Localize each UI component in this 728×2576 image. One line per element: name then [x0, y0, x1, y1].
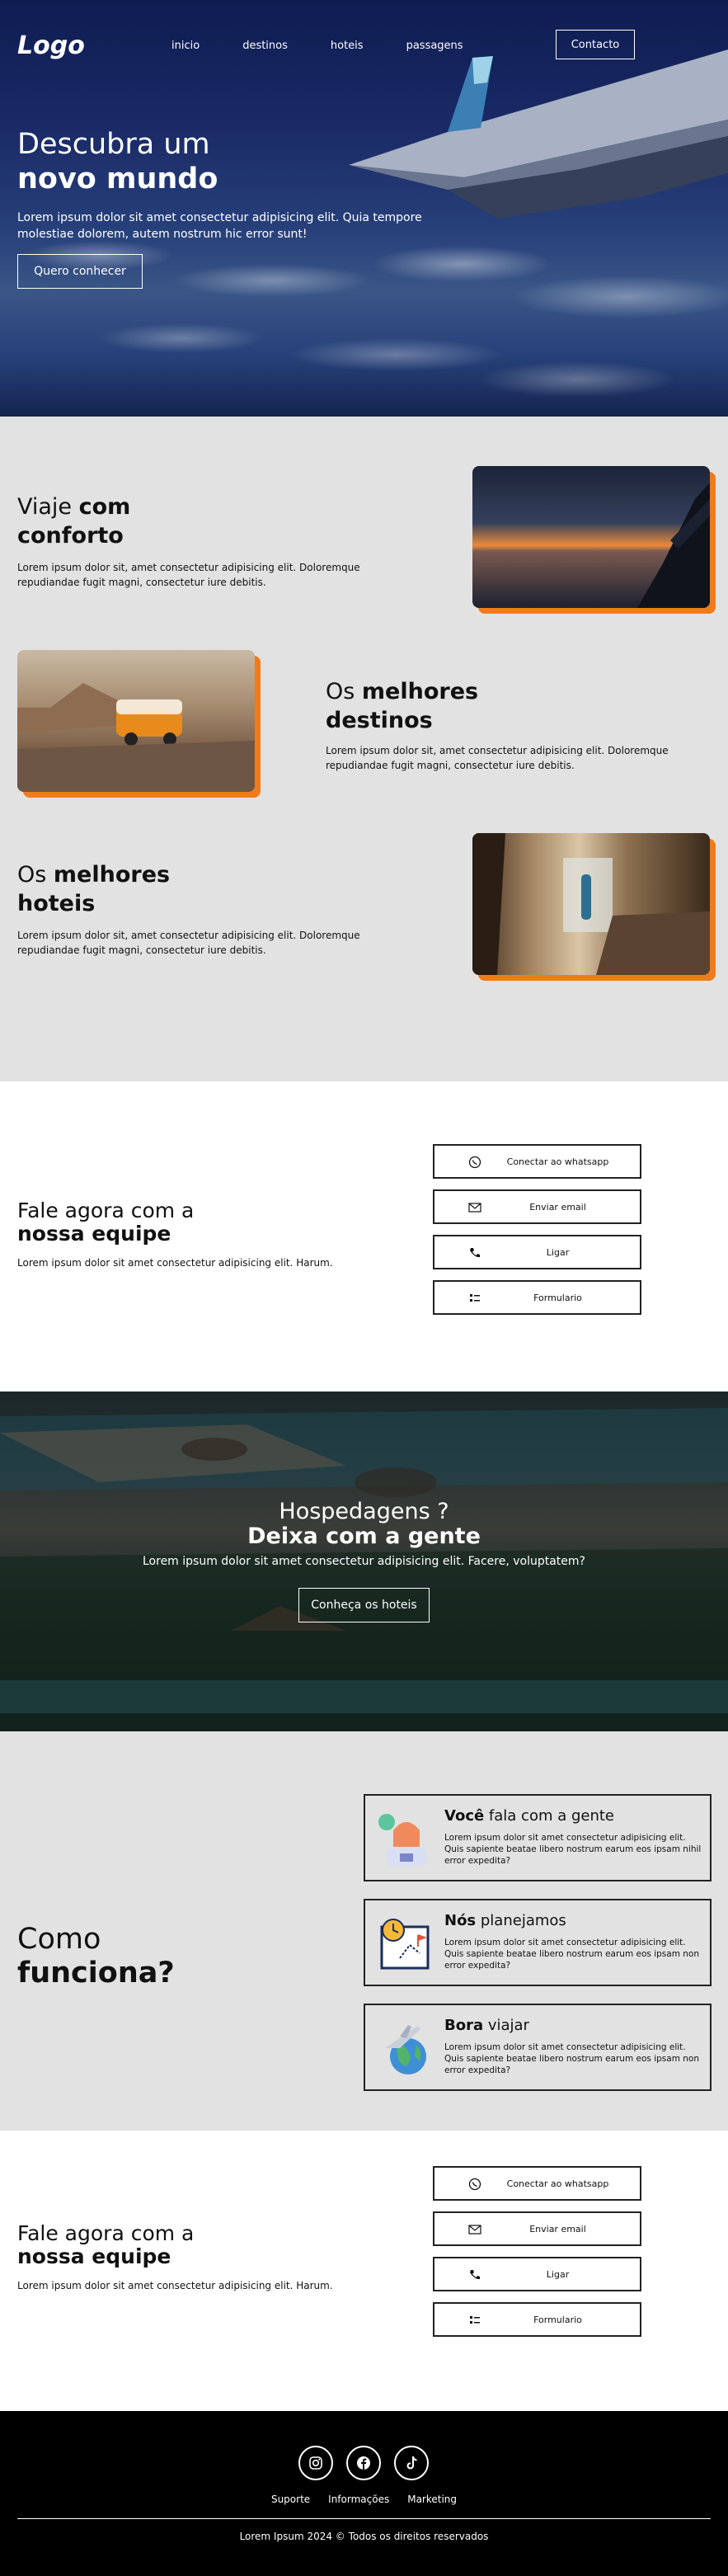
hotel-room-illustration: [472, 833, 710, 975]
facebook-icon[interactable]: [346, 2446, 381, 2480]
whatsapp-button-label: Conectar ao whatsapp: [506, 2178, 609, 2189]
footer-link-suporte[interactable]: Suporte: [271, 2494, 310, 2505]
email-button-label: Enviar email: [529, 2223, 586, 2235]
list-icon: [467, 1291, 482, 1306]
top-navigation: Logo inicio destinos hoteis passagens Co…: [0, 0, 728, 91]
features-section: Viaje com conforto Lorem ipsum dolor sit…: [0, 417, 728, 1081]
how-title-line2: funciona?: [17, 1957, 175, 1990]
nav-link-inicio[interactable]: inicio: [171, 40, 200, 52]
hero-section: Logo inicio destinos hoteis passagens Co…: [0, 0, 728, 417]
step-card-text: Lorem ipsum dolor sit amet consectetur a…: [444, 2042, 699, 2075]
step-card-title: Você fala com a gente: [444, 1807, 614, 1825]
email-button[interactable]: Enviar email: [433, 1189, 641, 1224]
form-button[interactable]: Formulario: [433, 2302, 641, 2337]
contact-section-bottom: Fale agora com a nossa equipe Lorem ipsu…: [0, 2131, 728, 2411]
hotel-room-image: [472, 833, 710, 975]
globe-airplane-illustration: [385, 2025, 426, 2074]
nav-links: inicio destinos hoteis passagens: [171, 40, 463, 52]
hotels-banner-section: Hospedagens ? Deixa com a gente Lorem ip…: [0, 1392, 728, 1731]
step-card-text: Lorem ipsum dolor sit amet consectetur a…: [444, 1938, 699, 1971]
step-title-light: fala com a gente: [484, 1807, 615, 1825]
phone-icon: [467, 1246, 482, 1260]
support-agent-illustration: [378, 1814, 426, 1867]
van-illustration: [17, 683, 255, 792]
hotels-title-line1: Hospedagens ?: [279, 1499, 449, 1524]
call-button[interactable]: Ligar: [433, 2257, 641, 2291]
contact-title-line1: Fale agora com a: [17, 1199, 195, 1222]
form-button[interactable]: Formulario: [433, 1280, 641, 1315]
contact-title-line1: Fale agora com a: [17, 2221, 195, 2245]
feature-title-light: Os: [17, 862, 54, 888]
step-card-text: Lorem ipsum dolor sit amet consectetur a…: [444, 1833, 702, 1866]
feature-title-light: Viaje: [17, 494, 79, 520]
feature-text-conforto: Lorem ipsum dolor sit, amet consectetur …: [17, 562, 360, 588]
call-button[interactable]: Ligar: [433, 1235, 641, 1269]
nav-link-passagens[interactable]: passagens: [406, 40, 463, 52]
footer-divider: [17, 2518, 711, 2519]
step-title-bold: Bora: [444, 2017, 484, 2034]
hotels-text: Lorem ipsum dolor sit amet consectetur a…: [143, 1555, 585, 1568]
contact-text: Lorem ipsum dolor sit amet consectetur a…: [17, 2280, 333, 2291]
email-button[interactable]: Enviar email: [433, 2211, 641, 2246]
hotels-cta-button[interactable]: Conheça os hoteis: [298, 1588, 430, 1622]
step-title-light: planejamos: [476, 1912, 566, 1929]
mail-icon: [467, 1200, 482, 1215]
contact-title-line2: nossa equipe: [17, 1222, 171, 1246]
feature-title-destinos: Os melhores destinos: [326, 677, 507, 735]
feature-text-hoteis: Lorem ipsum dolor sit, amet consectetur …: [17, 930, 360, 956]
footer-link-informacoes[interactable]: Informações: [328, 2494, 389, 2505]
feature-title-light: Os: [326, 679, 362, 704]
whatsapp-button[interactable]: Conectar ao whatsapp: [433, 2166, 641, 2201]
list-icon: [467, 2313, 482, 2328]
phone-icon: [467, 2268, 482, 2282]
hero-title-line2: novo mundo: [17, 162, 218, 195]
form-button-label: Formulario: [533, 2314, 582, 2325]
logo[interactable]: Logo: [17, 31, 85, 60]
footer-link-marketing[interactable]: Marketing: [407, 2494, 457, 2505]
hotels-title-line2: Deixa com a gente: [247, 1523, 481, 1549]
nav-link-hoteis[interactable]: hoteis: [331, 40, 364, 52]
feature-title-conforto: Viaje com conforto: [17, 492, 182, 550]
call-button-label: Ligar: [546, 2268, 570, 2280]
plane-wing-silhouette: [637, 483, 710, 608]
step-card-plan: Nós planejamos Lorem ipsum dolor sit ame…: [364, 1899, 712, 1986]
sunset-plane-window-image: [472, 466, 710, 608]
whatsapp-icon: [467, 1155, 482, 1170]
contact-title-line2: nossa equipe: [17, 2244, 171, 2268]
feature-title-hoteis: Os melhores hoteis: [17, 860, 182, 918]
whatsapp-button[interactable]: Conectar ao whatsapp: [433, 1144, 641, 1179]
contact-button[interactable]: Contacto: [556, 30, 635, 59]
step-title-light: viajar: [483, 2017, 529, 2034]
call-button-label: Ligar: [546, 1246, 570, 1258]
step-card-title: Bora viajar: [444, 2017, 529, 2034]
whatsapp-icon: [467, 2177, 482, 2192]
mail-icon: [467, 2222, 482, 2237]
feature-text-destinos: Lorem ipsum dolor sit, amet consectetur …: [326, 745, 669, 771]
whatsapp-button-label: Conectar ao whatsapp: [506, 1156, 609, 1167]
contact-text: Lorem ipsum dolor sit amet consectetur a…: [17, 1257, 333, 1269]
orange-van-image: [17, 650, 255, 792]
step-title-bold: Nós: [444, 1912, 477, 1929]
footer-links: Suporte Informações Marketing: [0, 2494, 728, 2505]
tiktok-icon[interactable]: [394, 2446, 429, 2480]
email-button-label: Enviar email: [529, 1201, 586, 1213]
footer: Suporte Informações Marketing Lorem Ipsu…: [0, 2411, 728, 2576]
form-button-label: Formulario: [533, 1292, 582, 1303]
nav-link-destinos[interactable]: destinos: [242, 40, 288, 52]
hero-cta-button[interactable]: Quero conhecer: [17, 254, 143, 289]
step-card-contact: Você fala com a gente Lorem ipsum dolor …: [364, 1794, 712, 1881]
contact-section: Fale agora com a nossa equipe Lorem ipsu…: [0, 1081, 728, 1392]
how-title-line1: Como: [17, 1923, 101, 1956]
step-title-bold: Você: [444, 1807, 485, 1825]
step-card-title: Nós planejamos: [444, 1912, 566, 1929]
how-it-works-section: Como funciona? Você fala com a gente Lor…: [0, 1731, 728, 2131]
instagram-icon[interactable]: [298, 2446, 333, 2480]
copyright-text: Lorem Ipsum 2024 © Todos os direitos res…: [239, 2531, 489, 2542]
hero-title-line1: Descubra um: [17, 128, 210, 161]
planning-illustration: [380, 1919, 430, 1970]
hero-text: Lorem ipsum dolor sit amet consectetur a…: [17, 211, 422, 241]
step-card-travel: Bora viajar Lorem ipsum dolor sit amet c…: [364, 2004, 712, 2091]
